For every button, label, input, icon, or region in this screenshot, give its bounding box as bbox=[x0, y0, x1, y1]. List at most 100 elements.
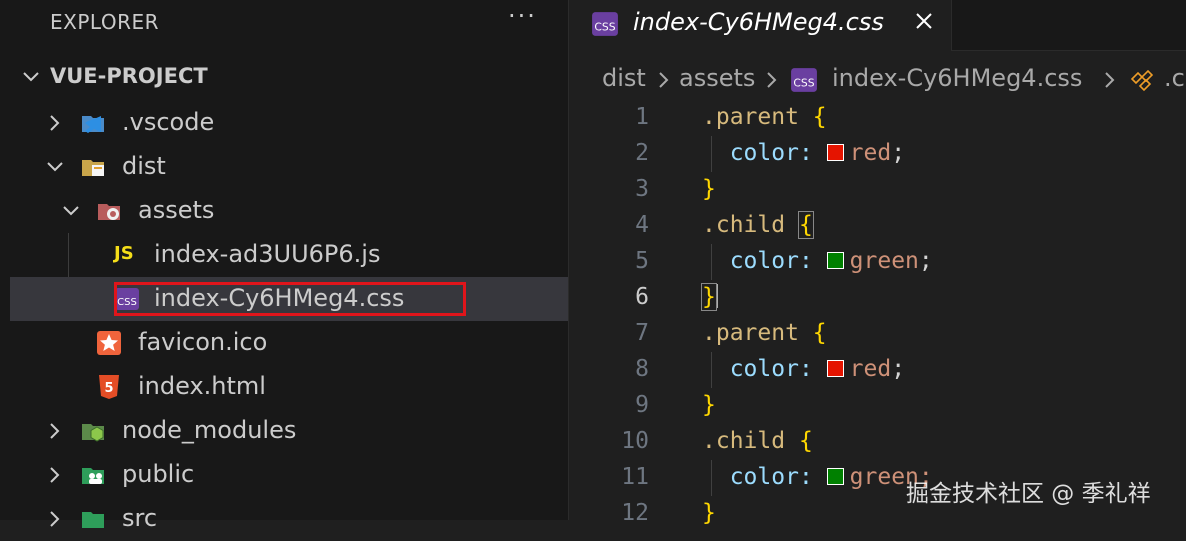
line-number: 3 bbox=[635, 176, 649, 202]
property: color: bbox=[729, 140, 813, 166]
css-file-icon: CSS bbox=[592, 12, 618, 36]
chevron-right-icon bbox=[50, 511, 60, 527]
line-number: 1 bbox=[635, 104, 649, 130]
property: color: bbox=[729, 248, 813, 274]
property: color: bbox=[729, 464, 813, 490]
line-number: 10 bbox=[621, 428, 649, 454]
selector: .child bbox=[702, 212, 786, 238]
public-folder-icon bbox=[82, 468, 104, 484]
value: green bbox=[849, 248, 919, 274]
watermark: 掘金技术社区 @ 季礼祥 bbox=[906, 481, 1151, 507]
star-file-icon bbox=[97, 331, 121, 355]
code-line: 4 .child { bbox=[569, 208, 1186, 244]
project-root-folder[interactable]: VUE-PROJECT bbox=[50, 64, 208, 88]
brace: { bbox=[797, 211, 814, 239]
brace: } bbox=[702, 392, 716, 418]
chevron-right-icon bbox=[50, 115, 60, 131]
tree-item-dist[interactable]: dist bbox=[10, 145, 568, 189]
tree-item-index-html[interactable]: 5 index.html bbox=[10, 365, 568, 409]
color-swatch-red[interactable] bbox=[826, 360, 844, 377]
chevron-down-icon bbox=[63, 206, 79, 216]
tree-item-label: index.html bbox=[138, 372, 266, 400]
explorer-title: EXPLORER bbox=[50, 10, 159, 34]
brace: } bbox=[701, 283, 717, 311]
color-swatch-red[interactable] bbox=[826, 144, 844, 161]
svg-text:CSS: CSS bbox=[594, 20, 615, 33]
tree-item-index-js[interactable]: JS index-ad3UU6P6.js bbox=[10, 233, 568, 277]
vscode-folder-icon bbox=[82, 116, 104, 133]
assets-folder-icon bbox=[98, 204, 120, 220]
line-number: 11 bbox=[621, 464, 649, 490]
dist-folder-icon bbox=[82, 160, 104, 176]
brace: { bbox=[812, 320, 827, 346]
text-cursor bbox=[715, 284, 718, 308]
selector: .parent bbox=[702, 320, 799, 346]
svg-text:CSS: CSS bbox=[793, 76, 814, 89]
tree-item-label: dist bbox=[122, 152, 166, 180]
breadcrumb-symbol[interactable]: .c bbox=[1164, 64, 1185, 92]
chevron-right-icon bbox=[50, 467, 60, 483]
tree-item-node-modules[interactable]: node_modules bbox=[10, 409, 568, 453]
chevron-right-icon bbox=[659, 72, 669, 88]
chevron-right-icon bbox=[1105, 72, 1115, 88]
css-file-icon: CSS bbox=[791, 68, 817, 92]
chevron-right-icon bbox=[767, 72, 777, 88]
tab-index-css[interactable]: CSS index-Cy6HMeg4.css bbox=[569, 0, 952, 51]
semicolon: ; bbox=[891, 356, 906, 382]
highlight-box bbox=[114, 282, 466, 316]
code-editor[interactable]: 1 .parent { 2 color: red; 3 } 4 .child {… bbox=[569, 100, 1186, 526]
tree-item-label: favicon.ico bbox=[138, 328, 268, 356]
breadcrumb-dist[interactable]: dist bbox=[602, 64, 646, 92]
tree-item-label: node_modules bbox=[122, 416, 297, 444]
brace: { bbox=[798, 428, 813, 454]
tab-bar: CSS index-Cy6HMeg4.css bbox=[569, 0, 1186, 51]
tree-item-label: index-ad3UU6P6.js bbox=[154, 240, 381, 268]
tree-item-label: .vscode bbox=[122, 108, 215, 136]
code-line: 7 .parent { bbox=[569, 316, 1186, 352]
node-folder-icon bbox=[82, 424, 104, 442]
tree-item-label: public bbox=[122, 460, 195, 488]
code-line: 5 color: green; bbox=[569, 244, 1186, 280]
line-number: 2 bbox=[635, 140, 649, 166]
brace: { bbox=[812, 104, 827, 130]
html5-file-icon: 5 bbox=[99, 375, 119, 399]
breadcrumb-assets[interactable]: assets bbox=[679, 64, 755, 92]
line-number: 9 bbox=[635, 392, 649, 418]
code-line: 1 .parent { bbox=[569, 100, 1186, 136]
line-number: 6 bbox=[635, 284, 649, 310]
breadcrumb-file[interactable]: index-Cy6HMeg4.css bbox=[832, 64, 1082, 92]
chevron-down-icon[interactable] bbox=[20, 66, 42, 88]
line-number: 8 bbox=[635, 356, 649, 382]
color-swatch-green[interactable] bbox=[826, 252, 844, 269]
value: red bbox=[849, 140, 892, 166]
tree-item-favicon[interactable]: favicon.ico bbox=[10, 321, 568, 365]
chevron-down-icon bbox=[47, 162, 63, 172]
code-line: 6 } bbox=[569, 280, 1186, 316]
line-number: 12 bbox=[621, 500, 649, 526]
semicolon: ; bbox=[918, 248, 933, 274]
chevron-right-icon bbox=[50, 423, 60, 439]
more-actions-button[interactable]: ··· bbox=[508, 2, 537, 30]
code-line: 2 color: red; bbox=[569, 136, 1186, 172]
symbol-class-icon bbox=[1130, 69, 1154, 92]
src-folder-icon bbox=[82, 512, 104, 528]
js-file-icon: JS bbox=[114, 243, 134, 264]
color-swatch-green[interactable] bbox=[826, 468, 844, 485]
semicolon: ; bbox=[891, 140, 906, 166]
brace: } bbox=[702, 176, 716, 202]
line-number: 7 bbox=[635, 320, 649, 346]
code-line: 8 color: red; bbox=[569, 352, 1186, 388]
code-line: 3 } bbox=[569, 172, 1186, 208]
explorer-sidebar: EXPLORER ··· VUE-PROJECT .vscode dist as… bbox=[10, 0, 569, 532]
tree-item-src[interactable]: src bbox=[10, 497, 568, 541]
tree-item-public[interactable]: public bbox=[10, 453, 568, 497]
close-icon[interactable] bbox=[913, 10, 935, 32]
property: color: bbox=[729, 356, 813, 382]
selector: .child bbox=[702, 428, 786, 454]
tab-label: index-Cy6HMeg4.css bbox=[633, 8, 884, 36]
value: red bbox=[849, 356, 892, 382]
svg-text:5: 5 bbox=[104, 381, 113, 396]
activity-bar bbox=[0, 0, 10, 520]
tree-item-vscode[interactable]: .vscode bbox=[10, 101, 568, 145]
tree-item-assets[interactable]: assets bbox=[10, 189, 568, 233]
